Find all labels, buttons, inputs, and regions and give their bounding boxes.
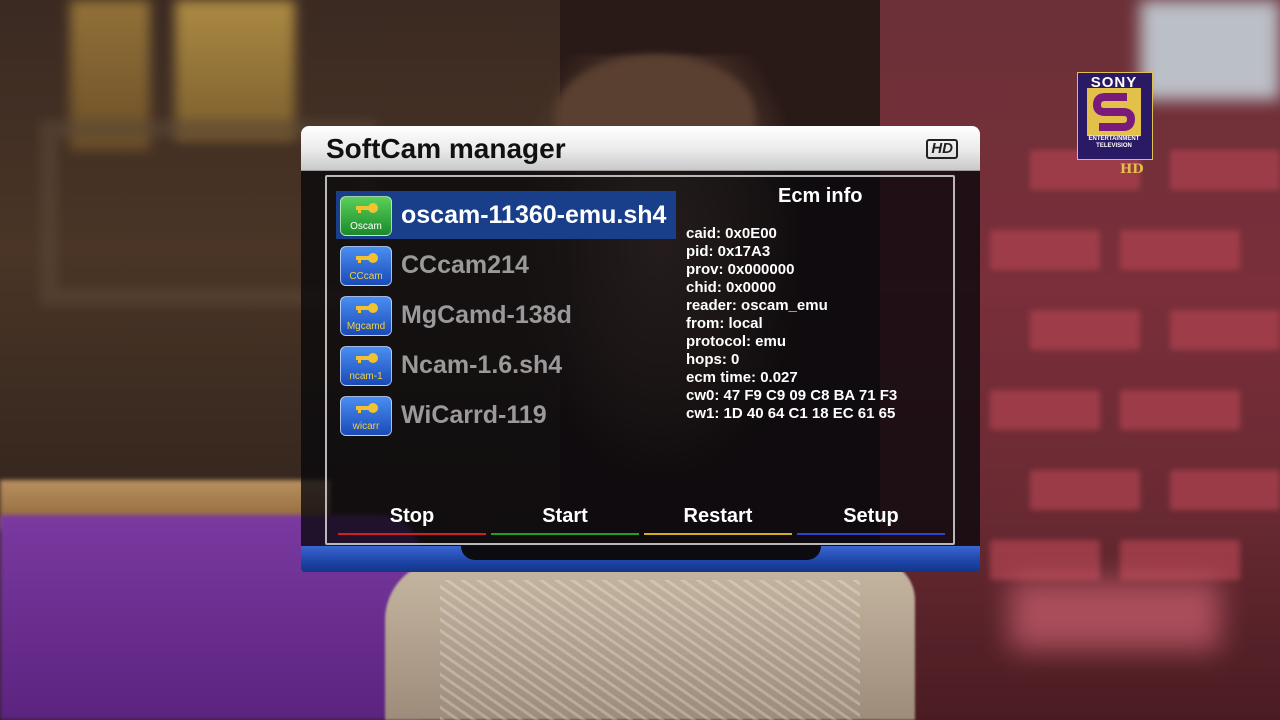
- ecm-caid: caid: 0x0E00: [686, 225, 777, 242]
- logo-subtitle: ENTERTAINMENT TELEVISION: [1088, 136, 1140, 149]
- wicardd-key-icon: wicarr: [340, 396, 392, 436]
- green-key-indicator: [491, 533, 639, 535]
- dialog-bottom-bar: [301, 546, 980, 572]
- ecm-reader: reader: oscam_emu: [686, 297, 828, 314]
- softcam-name: oscam-11360-emu.sh4: [401, 201, 667, 229]
- hd-badge: HD: [926, 139, 958, 159]
- stop-button[interactable]: Stop: [338, 505, 486, 535]
- restart-button[interactable]: Restart: [644, 505, 792, 535]
- ecm-cw0: cw0: 47 F9 C9 09 C8 BA 71 F3: [686, 387, 898, 404]
- mgcamd-key-icon: Mgcamd: [340, 296, 392, 336]
- blue-key-indicator: [797, 533, 945, 535]
- start-button[interactable]: Start: [491, 505, 639, 535]
- softcam-item-cccam[interactable]: CCcam CCcam214: [336, 241, 676, 289]
- channel-logo: SONY ENTERTAINMENT TELEVISION: [1077, 72, 1153, 160]
- softcam-name: MgCamd-138d: [401, 301, 572, 329]
- ecm-chid: chid: 0x0000: [686, 279, 777, 296]
- yellow-key-indicator: [644, 533, 792, 535]
- softcam-item-ncam[interactable]: ncam-1 Ncam-1.6.sh4: [336, 341, 676, 389]
- dialog-title: SoftCam manager: [326, 133, 566, 164]
- ecm-info-lines: caid: 0x0E00 pid: 0x17A3 prov: 0x000000 …: [686, 225, 897, 423]
- logo-hd: HD: [1120, 162, 1144, 177]
- softcam-item-oscam[interactable]: Oscam oscam-11360-emu.sh4: [336, 191, 676, 239]
- dialog-titlebar: SoftCam manager HD: [301, 126, 980, 170]
- ecm-hops: hops: 0: [686, 351, 740, 368]
- ecm-from: from: local: [686, 315, 763, 332]
- softcam-name: WiCarrd-119: [401, 401, 547, 429]
- oscam-key-icon: Oscam: [340, 196, 392, 236]
- softcam-name: CCcam214: [401, 251, 529, 279]
- ecm-info-title: Ecm info: [778, 185, 863, 207]
- red-key-indicator: [338, 533, 486, 535]
- ecm-prov: prov: 0x000000: [686, 261, 795, 278]
- ecm-cw1: cw1: 1D 40 64 C1 18 EC 61 65: [686, 405, 896, 422]
- setup-button[interactable]: Setup: [797, 505, 945, 535]
- softcam-name: Ncam-1.6.sh4: [401, 351, 563, 379]
- ecm-pid: pid: 0x17A3: [686, 243, 771, 260]
- logo-s-icon: [1087, 88, 1141, 136]
- cccam-key-icon: CCcam: [340, 246, 392, 286]
- ncam-key-icon: ncam-1: [340, 346, 392, 386]
- softcam-item-wicardd[interactable]: wicarr WiCarrd-119: [336, 391, 676, 439]
- softcam-item-mgcamd[interactable]: Mgcamd MgCamd-138d: [336, 291, 676, 339]
- ecm-protocol: protocol: emu: [686, 333, 786, 350]
- ecm-time: ecm time: 0.027: [686, 369, 798, 386]
